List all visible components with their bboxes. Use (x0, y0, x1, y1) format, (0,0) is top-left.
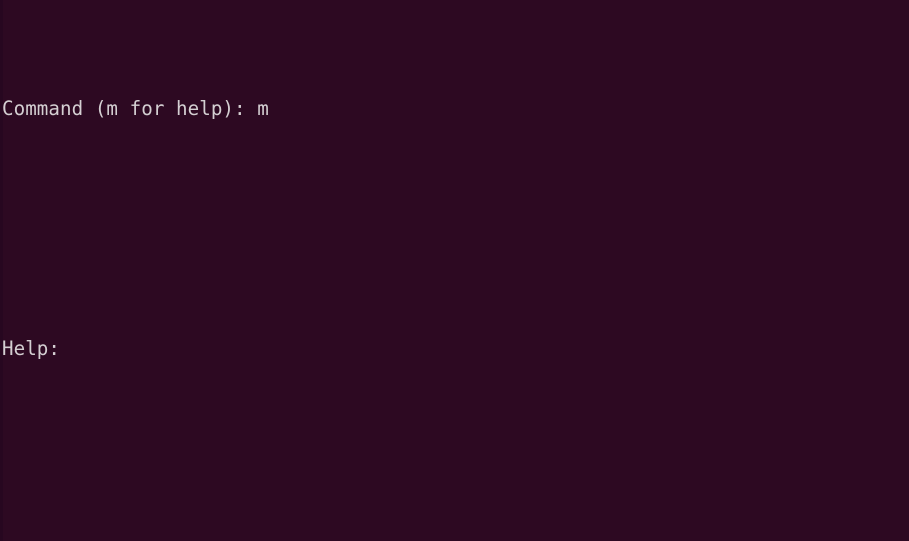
terminal-window[interactable]: Command (m for help): m Help: DOS (MBR) … (0, 0, 909, 541)
command-prompt-line: Command (m for help): m (2, 97, 269, 120)
help-title-line: Help: (2, 337, 61, 360)
terminal-screen[interactable]: Command (m for help): m Help: DOS (MBR) … (0, 0, 909, 541)
